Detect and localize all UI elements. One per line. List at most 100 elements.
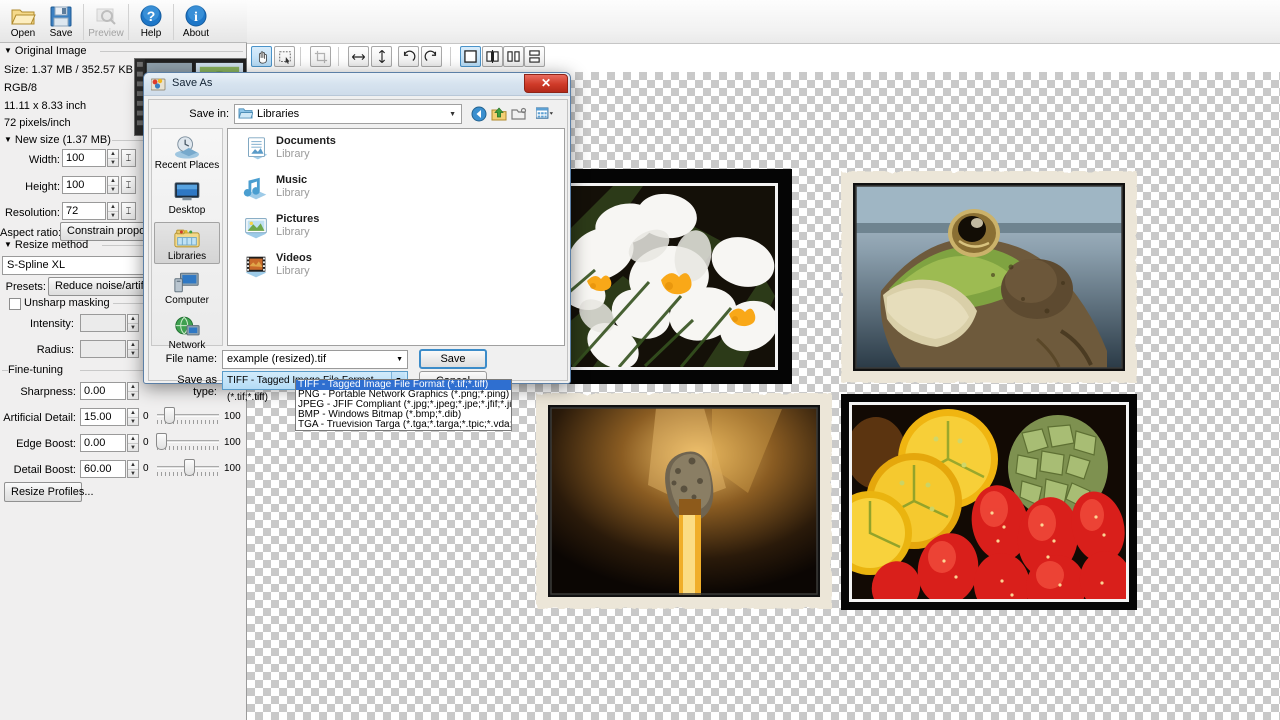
place-desktop[interactable]: Desktop: [154, 177, 220, 219]
sharpness-stepper[interactable]: ▲▼: [127, 382, 139, 400]
intensity-input[interactable]: [80, 314, 126, 332]
save-in-value: Libraries: [257, 108, 299, 120]
toolbar-divider: [83, 4, 84, 40]
magnifier-preview-icon: [87, 4, 125, 28]
dropdown-option-png[interactable]: PNG - Portable Network Graphics (*.png;*…: [296, 390, 511, 400]
photo-green-frog[interactable]: [841, 171, 1137, 383]
resize-method-section-header[interactable]: ▼Resize method: [4, 239, 88, 251]
application-window: Open Save: [0, 0, 1280, 720]
artificial-detail-slider-thumb[interactable]: [164, 407, 175, 424]
place-libraries[interactable]: Libraries: [154, 222, 220, 264]
detail-boost-input[interactable]: 60.00: [80, 460, 126, 478]
preview-button[interactable]: Preview: [87, 2, 125, 40]
width-lock-button[interactable]: ⌶: [121, 149, 136, 167]
place-computer[interactable]: Computer: [154, 267, 220, 309]
save-in-select[interactable]: Libraries ▼: [234, 104, 462, 124]
crop-tool-button[interactable]: [310, 46, 331, 67]
flip-horizontal-button[interactable]: [348, 46, 369, 67]
resolution-lock-button[interactable]: ⌶: [121, 202, 136, 220]
view-split-button[interactable]: [482, 46, 503, 67]
flip-vertical-button[interactable]: [371, 46, 392, 67]
view-stacked-button[interactable]: [524, 46, 545, 67]
file-name-2: Music: [276, 174, 310, 187]
place-recent-places[interactable]: Recent Places: [154, 132, 220, 174]
unsharp-masking-label: Unsharp masking: [24, 297, 110, 309]
view-side-by-side-button[interactable]: [503, 46, 524, 67]
photo-burnt-match[interactable]: [536, 393, 832, 609]
list-item-3[interactable]: Pictures Library: [228, 207, 564, 246]
resolution-stepper[interactable]: ▲▼: [107, 202, 119, 220]
resize-profiles-button[interactable]: Resize Profiles...: [4, 482, 82, 502]
edge-boost-slider-thumb[interactable]: [156, 433, 167, 450]
up-folder-icon[interactable]: [489, 104, 508, 123]
dropdown-option-tga[interactable]: TGA - Truevision Targa (*.tga;*.targa;*.…: [296, 420, 511, 430]
save-as-type-dropdown-list[interactable]: TIFF - Tagged Image File Format (*.tif;*…: [295, 379, 512, 431]
new-folder-icon[interactable]: [509, 104, 528, 123]
hand-tool-button[interactable]: [251, 46, 272, 67]
intensity-stepper[interactable]: ▲▼: [127, 314, 139, 332]
section-rule: [100, 51, 243, 52]
sharpness-input[interactable]: 0.00: [80, 382, 126, 400]
resolution-input[interactable]: 72: [62, 202, 106, 220]
resize-method-section-title: Resize method: [15, 239, 88, 251]
sharpness-label: Sharpness:: [0, 386, 76, 398]
rotate-left-button[interactable]: [398, 46, 419, 67]
detail-boost-stepper[interactable]: ▲▼: [127, 460, 139, 478]
artificial-detail-input[interactable]: 15.00: [80, 408, 126, 426]
view-single-button[interactable]: [460, 46, 481, 67]
app-icon: [151, 77, 166, 94]
dropdown-option-jpeg[interactable]: JPEG - JFIF Compliant (*.jpg;*.jpeg;*.jp…: [296, 400, 511, 410]
edge-boost-stepper[interactable]: ▲▼: [127, 434, 139, 452]
open-button[interactable]: Open: [4, 2, 42, 40]
file-subtitle-4: Library: [276, 265, 312, 278]
rotate-right-button[interactable]: [421, 46, 442, 67]
dialog-title: Save As: [172, 77, 212, 89]
dropdown-option-tiff[interactable]: TIFF - Tagged Image File Format (*.tif;*…: [296, 380, 511, 390]
file-list[interactable]: Documents Library Music Library: [227, 128, 565, 346]
chevron-down-icon-2[interactable]: ▼: [396, 351, 403, 368]
radius-stepper[interactable]: ▲▼: [127, 340, 139, 358]
list-item[interactable]: Documents Library: [228, 129, 564, 168]
finetuning-section-header[interactable]: Fine-tuning: [8, 364, 63, 376]
file-name-label: File name:: [153, 353, 217, 365]
list-item-2[interactable]: Music Library: [228, 168, 564, 207]
original-resolution-text: 72 pixels/inch: [4, 117, 71, 129]
height-stepper[interactable]: ▲▼: [107, 176, 119, 194]
chevron-down-icon[interactable]: ▼: [449, 111, 456, 118]
toolbar-divider-2: [128, 4, 129, 40]
views-icon[interactable]: [530, 104, 558, 123]
list-item-4[interactable]: Videos Library: [228, 246, 564, 285]
collapse-triangle-icon-2: ▼: [4, 135, 12, 144]
file-name-input[interactable]: example (resized).tif ▼: [222, 350, 408, 369]
newsize-section-header[interactable]: ▼New size (1.37 MB): [4, 134, 111, 146]
unsharp-masking-checkbox[interactable]: [9, 298, 21, 310]
help-button-label: Help: [132, 28, 170, 40]
file-subtitle-3: Library: [276, 226, 319, 239]
save-button-dialog[interactable]: Save: [419, 349, 487, 369]
save-button[interactable]: Save: [42, 2, 80, 40]
file-name-3: Pictures: [276, 213, 319, 226]
about-button[interactable]: i About: [177, 2, 215, 40]
original-image-section-header[interactable]: ▼Original Image: [4, 45, 86, 57]
radius-label: Radius:: [0, 344, 74, 356]
edge-boost-input[interactable]: 0.00: [80, 434, 126, 452]
back-arrow-icon[interactable]: [469, 104, 488, 123]
marquee-select-tool-button[interactable]: [274, 46, 295, 67]
place-network[interactable]: Network: [154, 312, 220, 354]
detail-boost-slider-thumb[interactable]: [184, 459, 195, 476]
help-button[interactable]: ? Help: [132, 2, 170, 40]
height-input[interactable]: 100: [62, 176, 106, 194]
file-subtitle-2: Library: [276, 187, 310, 200]
dropdown-option-bmp[interactable]: BMP - Windows Bitmap (*.bmp;*.dib): [296, 410, 511, 420]
photo-white-crocus-flowers[interactable]: [536, 169, 792, 384]
width-input[interactable]: 100: [62, 149, 106, 167]
width-stepper[interactable]: ▲▼: [107, 149, 119, 167]
dialog-titlebar[interactable]: Save As ✕: [144, 73, 570, 96]
close-icon[interactable]: ✕: [524, 74, 568, 93]
photo-fruit-still-life[interactable]: [841, 394, 1137, 610]
radius-input[interactable]: [80, 340, 126, 358]
detail-boost-max: 100: [224, 463, 241, 474]
artificial-detail-stepper[interactable]: ▲▼: [127, 408, 139, 426]
height-lock-button[interactable]: ⌶: [121, 176, 136, 194]
pictures-library-icon: [236, 210, 276, 246]
